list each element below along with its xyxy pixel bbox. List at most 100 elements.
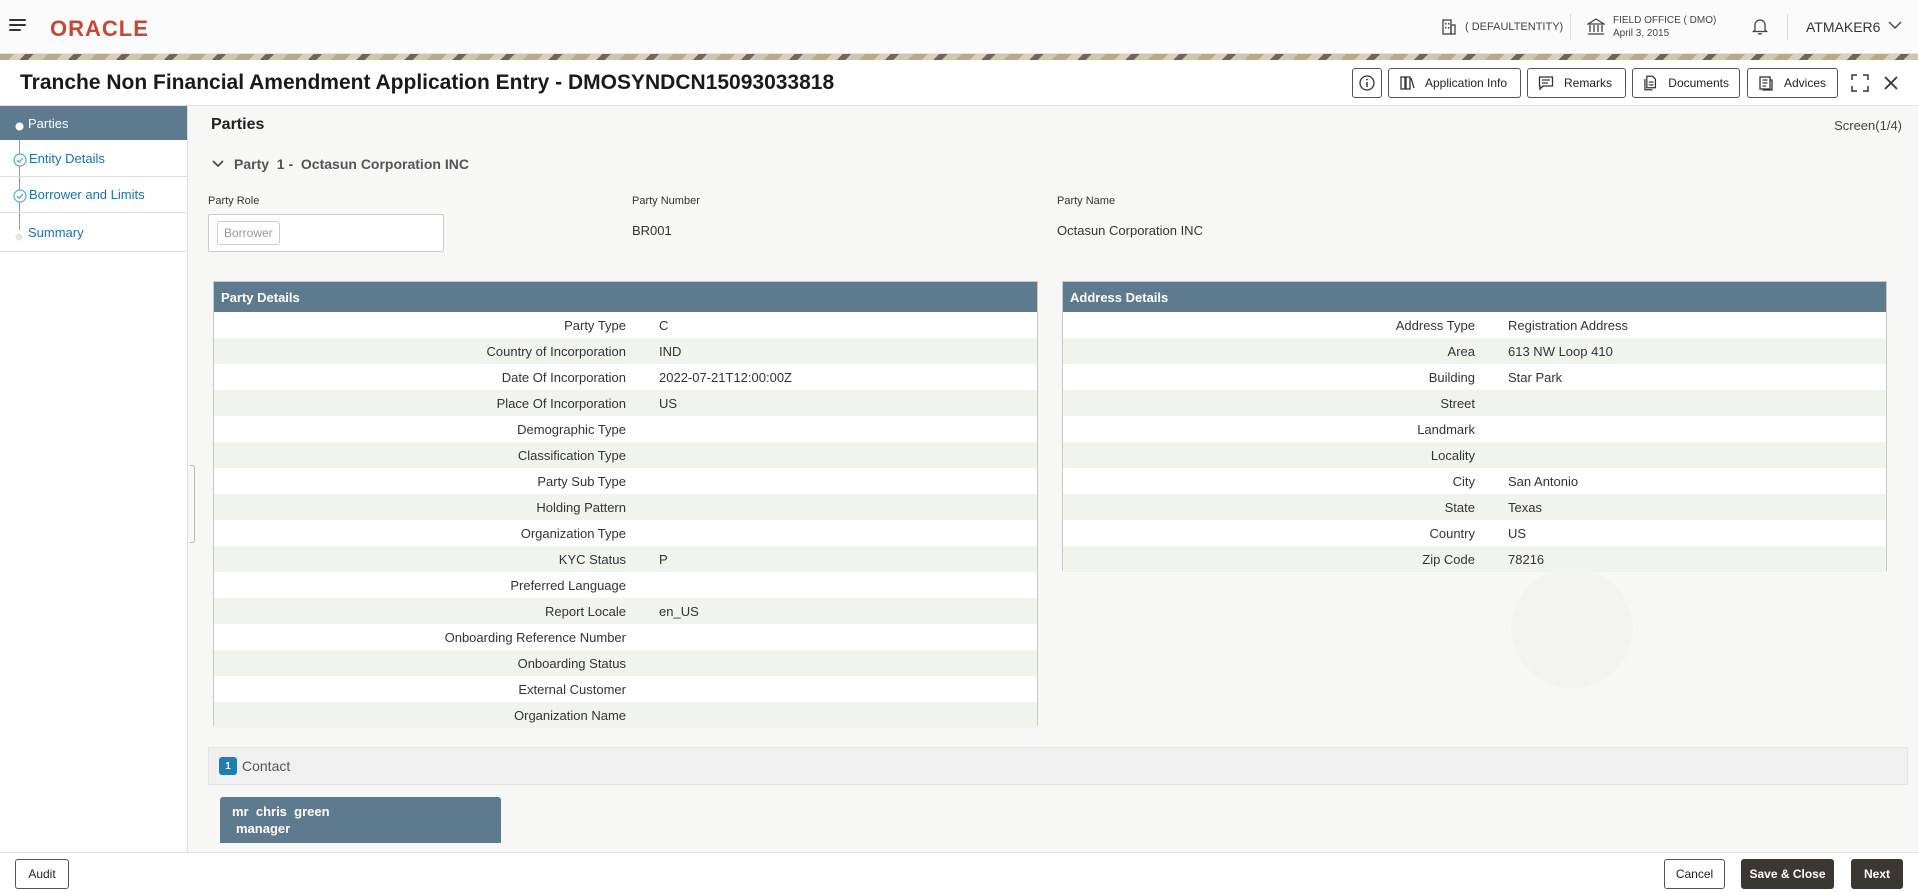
detail-label: Onboarding Reference Number	[444, 629, 626, 645]
detail-row: Classification Type	[214, 442, 1037, 468]
nav-item-summary[interactable]: Summary	[0, 214, 187, 252]
detail-value: IND	[659, 343, 682, 359]
detail-label: Country of Incorporation	[486, 343, 626, 359]
audit-button[interactable]: Audit	[15, 859, 69, 889]
detail-row: Date Of Incorporation 2022-07-21T12:00:00…	[214, 364, 1037, 390]
detail-value: P	[659, 551, 668, 567]
detail-label: City	[1452, 473, 1475, 489]
detail-label: Organization Name	[514, 707, 626, 723]
detail-value: 613 NW Loop 410	[1508, 343, 1613, 359]
contact-card[interactable]: mr chris green manager	[220, 797, 501, 843]
notifications[interactable]	[1751, 0, 1769, 54]
detail-row: Place Of Incorporation US	[214, 390, 1037, 416]
detail-row: Country of Incorporation IND	[214, 338, 1037, 364]
detail-row: Organization Type	[214, 520, 1037, 546]
application-info-icon	[1400, 76, 1415, 90]
header-divider	[1787, 14, 1788, 40]
detail-label: Country	[1429, 525, 1475, 541]
advices-button[interactable]: Advices	[1747, 68, 1838, 98]
detail-label: Preferred Language	[510, 577, 626, 593]
remarks-button[interactable]: Remarks	[1527, 68, 1626, 98]
detail-label: Party Type	[564, 317, 626, 333]
party-number-value: BR001	[632, 223, 672, 238]
detail-value: US	[1508, 525, 1527, 541]
detail-label: Holding Pattern	[536, 499, 626, 515]
office-selector[interactable]: FIELD OFFICE ( DMO) April 3, 2015	[1587, 0, 1716, 54]
save-close-button[interactable]: Save & Close	[1741, 859, 1834, 889]
chevron-down-icon	[1888, 21, 1902, 33]
detail-value: 2022-07-21T12:00:00Z	[659, 369, 792, 385]
building-icon	[1441, 19, 1457, 35]
nav-item-label: Entity Details	[29, 151, 105, 166]
detail-row: Country US	[1063, 520, 1886, 546]
party-details-title: Party Details	[214, 282, 1037, 312]
panel-resize-handle[interactable]	[190, 465, 195, 543]
detail-label: Party Sub Type	[537, 473, 626, 489]
party-role-value: Borrower	[217, 221, 280, 245]
info-icon	[1359, 75, 1375, 91]
detail-row: State Texas	[1063, 494, 1886, 520]
nav-item-parties[interactable]: Parties	[0, 106, 187, 140]
check-circle-icon	[13, 153, 27, 170]
bell-icon[interactable]	[1751, 17, 1769, 38]
entity-selector[interactable]: ( DEFAULTENTITY)	[1441, 0, 1563, 54]
contact-role: manager	[236, 821, 291, 836]
check-circle-icon	[13, 189, 27, 206]
cancel-button[interactable]: Cancel	[1664, 859, 1725, 889]
nav-item-entity-details[interactable]: Entity Details	[0, 141, 187, 177]
detail-value: Star Park	[1508, 369, 1563, 385]
party-number-label: Party Number	[632, 195, 700, 207]
oracle-logo: ORACLE	[50, 16, 149, 41]
detail-label: Place Of Incorporation	[496, 395, 626, 411]
nav-item-label: Borrower and Limits	[29, 187, 145, 202]
address-details-panel: Address Details Address Type Registration…	[1062, 281, 1887, 572]
office-name: FIELD OFFICE ( DMO)	[1613, 15, 1717, 26]
documents-button[interactable]: Documents	[1632, 68, 1740, 98]
documents-icon	[1644, 75, 1657, 91]
detail-label: KYC Status	[558, 551, 626, 567]
bank-icon	[1587, 18, 1605, 36]
remarks-label: Remarks	[1564, 76, 1613, 90]
detail-row: Onboarding Status	[214, 650, 1037, 676]
application-info-button[interactable]: Application Info	[1388, 68, 1521, 98]
detail-row: Preferred Language	[214, 572, 1037, 598]
detail-label: Report Locale	[545, 603, 626, 619]
footer-bar: Audit Cancel Save & Close Next	[0, 852, 1918, 892]
party-name-label: Party Name	[1057, 195, 1116, 207]
entity-label: ( DEFAULTENTITY)	[1465, 21, 1564, 33]
address-details-rows: Address Type Registration Address Area 613 …	[1063, 312, 1886, 572]
party-accordion-header[interactable]: Party 1 - Octasun Corporation INC	[212, 156, 469, 172]
contact-section-header[interactable]: 1 Contact	[208, 747, 1908, 785]
detail-label: Locality	[1430, 447, 1475, 463]
detail-label: Onboarding Status	[517, 655, 626, 671]
detail-row: Locality	[1063, 442, 1886, 468]
party-details-rows: Party Type C Country of Incorporation IND Da…	[214, 312, 1037, 728]
next-button[interactable]: Next	[1851, 859, 1903, 889]
detail-label: Area	[1447, 343, 1475, 359]
detail-label: Street	[1440, 395, 1475, 411]
detail-row: Landmark	[1063, 416, 1886, 442]
detail-row: Holding Pattern	[214, 494, 1037, 520]
detail-value: 78216	[1508, 551, 1545, 567]
maximize-icon[interactable]	[1850, 73, 1870, 96]
party-role-field[interactable]: Borrower	[208, 214, 444, 252]
hamburger-menu-icon[interactable]	[9, 18, 27, 32]
detail-label: Demographic Type	[517, 421, 626, 437]
user-menu[interactable]: ATMAKER6	[1806, 0, 1902, 54]
current-step-icon	[15, 119, 24, 134]
detail-row: Building Star Park	[1063, 364, 1886, 390]
detail-value: Registration Address	[1508, 317, 1628, 333]
close-icon[interactable]	[1882, 74, 1900, 95]
top-header: ORACLE ( DEFAULTENTITY) FIELD OFFICE ( D…	[0, 0, 1918, 54]
detail-row: Organization Name	[214, 702, 1037, 728]
detail-label: Landmark	[1417, 421, 1475, 437]
info-button[interactable]	[1352, 68, 1382, 98]
detail-label: Classification Type	[517, 447, 626, 463]
party-role-label: Party Role	[208, 195, 260, 207]
nav-item-borrower-and-limits[interactable]: Borrower and Limits	[0, 177, 187, 213]
party-title: Party 1 - Octasun Corporation INC	[234, 156, 469, 172]
detail-row: Demographic Type	[214, 416, 1037, 442]
detail-row: Onboarding Reference Number	[214, 624, 1037, 650]
detail-label: External Customer	[518, 681, 626, 697]
detail-row: Address Type Registration Address	[1063, 312, 1886, 338]
